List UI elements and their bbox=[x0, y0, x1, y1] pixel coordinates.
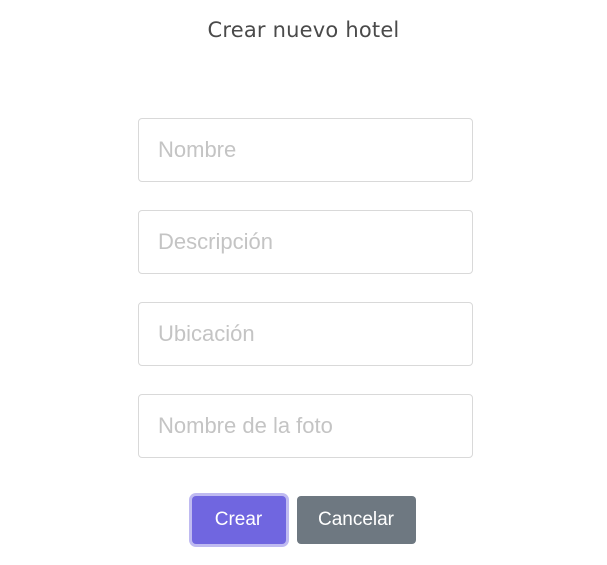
location-input[interactable] bbox=[138, 302, 473, 366]
description-input[interactable] bbox=[138, 210, 473, 274]
create-button[interactable]: Crear bbox=[191, 496, 286, 544]
dialog-actions: Crear Cancelar bbox=[0, 496, 607, 544]
name-input[interactable] bbox=[138, 118, 473, 182]
photo-name-input[interactable] bbox=[138, 394, 473, 458]
create-hotel-dialog: Crear nuevo hotel Crear Cancelar bbox=[0, 0, 607, 565]
dialog-title: Crear nuevo hotel bbox=[207, 18, 400, 42]
hotel-form bbox=[138, 118, 473, 486]
cancel-button[interactable]: Cancelar bbox=[296, 496, 416, 544]
